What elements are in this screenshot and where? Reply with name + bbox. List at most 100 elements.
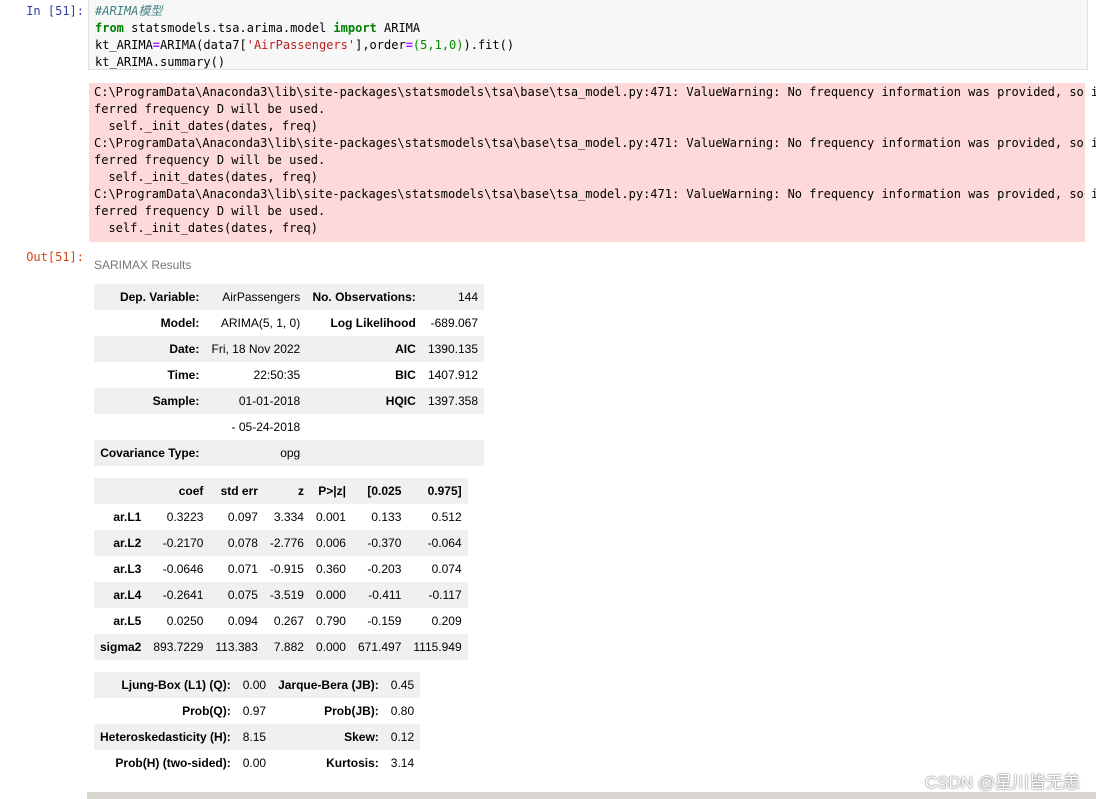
warning-text: C:\ProgramData\Anaconda3\lib\site-packag… <box>94 85 1096 235</box>
summary-row: Sample: 01-01-2018 HQIC 1397.358 <box>94 388 484 414</box>
row-label: Time: <box>167 368 200 382</box>
cell-value: 22:50:35 <box>253 368 301 382</box>
cell-value: 1390.135 <box>427 342 478 356</box>
row-label: ar.L4 <box>113 588 142 602</box>
cell-value: 0.80 <box>390 704 415 718</box>
output-prompt: Out[51]: <box>26 250 84 264</box>
cell-value: 144 <box>457 290 478 304</box>
column-header: z <box>297 484 304 498</box>
row-label: Skew: <box>344 730 379 744</box>
module-path: statsmodels.tsa.arima.model <box>123 21 334 35</box>
row-label: Model: <box>160 316 200 330</box>
cell-value: 0.790 <box>315 614 346 628</box>
cell-value: 7.882 <box>273 640 304 654</box>
coef-row: ar.L5 0.0250 0.094 0.267 0.790 -0.159 0.209 <box>94 608 468 634</box>
row-label: Date: <box>169 342 200 356</box>
cell-value: -689.067 <box>430 316 478 330</box>
coef-row: ar.L4 -0.2641 0.075 -3.519 0.000 -0.411 -0.117 <box>94 582 468 608</box>
input-prompt: In [51]: <box>26 4 84 18</box>
diagnostics-table: Ljung-Box (L1) (Q): 0.00 Jarque-Bera (JB):… <box>94 672 421 776</box>
summary-row: Date: Fri, 18 Nov 2022 AIC 1390.135 <box>94 336 484 362</box>
summary-row: Time: 22:50:35 BIC 1407.912 <box>94 362 484 388</box>
cell-value: 0.006 <box>315 536 346 550</box>
column-header: [0.025 <box>367 484 402 498</box>
diagnostic-row: Prob(Q): 0.97 Prob(JB): 0.80 <box>94 698 420 724</box>
code-comment: #ARIMA模型 <box>95 4 163 18</box>
column-header: 0.975] <box>427 484 462 498</box>
row-label: HQIC <box>385 394 416 408</box>
cell-value: -0.0646 <box>162 562 204 576</box>
cell-value: 1115.949 <box>413 640 462 654</box>
keyword-from: from <box>95 21 124 35</box>
cell-value: 0.12 <box>390 730 415 744</box>
cell-value: 0.267 <box>273 614 304 628</box>
cell-value: 1397.358 <box>427 394 478 408</box>
number-literal: (5,1,0) <box>412 38 464 52</box>
row-label: Sample: <box>152 394 200 408</box>
horizontal-scrollbar[interactable] <box>87 792 1096 799</box>
cell-value: 893.7229 <box>153 640 204 654</box>
cell-value: 0.0250 <box>166 614 204 628</box>
summary-row: - 05-24-2018 <box>94 414 484 440</box>
column-header: coef <box>178 484 204 498</box>
coef-row: ar.L3 -0.0646 0.071 -0.915 0.360 -0.203 0.074 <box>94 556 468 582</box>
cell-value: opg <box>280 446 301 460</box>
cell-value: 0.3223 <box>166 510 204 524</box>
cell-value: 0.001 <box>315 510 346 524</box>
cell-value: 0.071 <box>227 562 258 576</box>
diagnostic-row: Heteroskedasticity (H): 8.15 Skew: 0.12 <box>94 724 421 750</box>
cell-value: -3.519 <box>269 588 304 602</box>
cell-value: 0.360 <box>315 562 346 576</box>
summary-row: Model: ARIMA(5, 1, 0) Log Likelihood -689.0… <box>94 310 484 336</box>
cell-value: 0.094 <box>227 614 258 628</box>
cell-value: 0.000 <box>315 640 346 654</box>
cell-value: 0.97 <box>242 704 267 718</box>
row-label: ar.L3 <box>113 562 142 576</box>
code-editor[interactable]: #ARIMA模型 from statsmodels.tsa.arima.mode… <box>95 3 514 71</box>
column-header: P>|z| <box>318 484 346 498</box>
operator: = <box>152 38 161 52</box>
cell-value: 0.209 <box>431 614 462 628</box>
keyword-import: import <box>333 21 377 35</box>
row-label: Prob(JB): <box>324 704 379 718</box>
code-line-summary: kt_ARIMA.summary() <box>95 55 226 69</box>
diagnostic-row: Prob(H) (two-sided): 0.00 Kurtosis: 3.14 <box>94 750 420 776</box>
row-label: Covariance Type: <box>100 446 200 460</box>
cell-value: 0.45 <box>390 678 415 692</box>
cell-value: 01-01-2018 <box>238 394 301 408</box>
stderr-output: C:\ProgramData\Anaconda3\lib\site-packag… <box>89 83 1096 242</box>
operator: = <box>405 38 413 52</box>
row-label: Heteroskedasticity (H): <box>100 730 231 744</box>
cell-value: -2.776 <box>269 536 304 550</box>
row-label: Prob(Q): <box>182 704 231 718</box>
watermark: CSDN @星川皆无恙 <box>924 773 1080 792</box>
cell-value: - 05-24-2018 <box>231 420 301 434</box>
coef-row: ar.L1 0.3223 0.097 3.334 0.001 0.133 0.512 <box>94 504 468 530</box>
cell-value: 0.00 <box>242 756 267 770</box>
row-label: Ljung-Box (L1) (Q): <box>121 678 231 692</box>
cell-value: 0.078 <box>227 536 258 550</box>
row-label <box>306 440 422 466</box>
cell-value: 0.097 <box>227 510 258 524</box>
column-header <box>94 478 147 504</box>
row-label: Dep. Variable: <box>119 290 200 304</box>
row-label: Log Likelihood <box>330 316 416 330</box>
summary-row: Covariance Type: opg <box>94 440 484 466</box>
cell-value <box>422 440 484 466</box>
cell-value: -0.064 <box>427 536 462 550</box>
summary-header-table: Dep. Variable: AirPassengers No. Observati… <box>94 284 484 466</box>
cell-value: Fri, 18 Nov 2022 <box>211 342 301 356</box>
import-name: ARIMA <box>376 21 421 35</box>
cell-value: 0.00 <box>242 678 267 692</box>
cell-value: -0.159 <box>367 614 402 628</box>
code-cell[interactable]: #ARIMA模型 from statsmodels.tsa.arima.mode… <box>88 0 1088 70</box>
cell-value <box>422 414 484 440</box>
summary-caption: SARIMAX Results <box>94 258 192 272</box>
cell-value: 0.074 <box>431 562 462 576</box>
cell-value: 0.075 <box>227 588 258 602</box>
call-text-end: ).fit() <box>463 38 515 52</box>
cell-value: 3.334 <box>273 510 304 524</box>
row-label: ar.L2 <box>113 536 142 550</box>
row-label: No. Observations: <box>312 290 416 304</box>
row-label: ar.L5 <box>113 614 142 628</box>
